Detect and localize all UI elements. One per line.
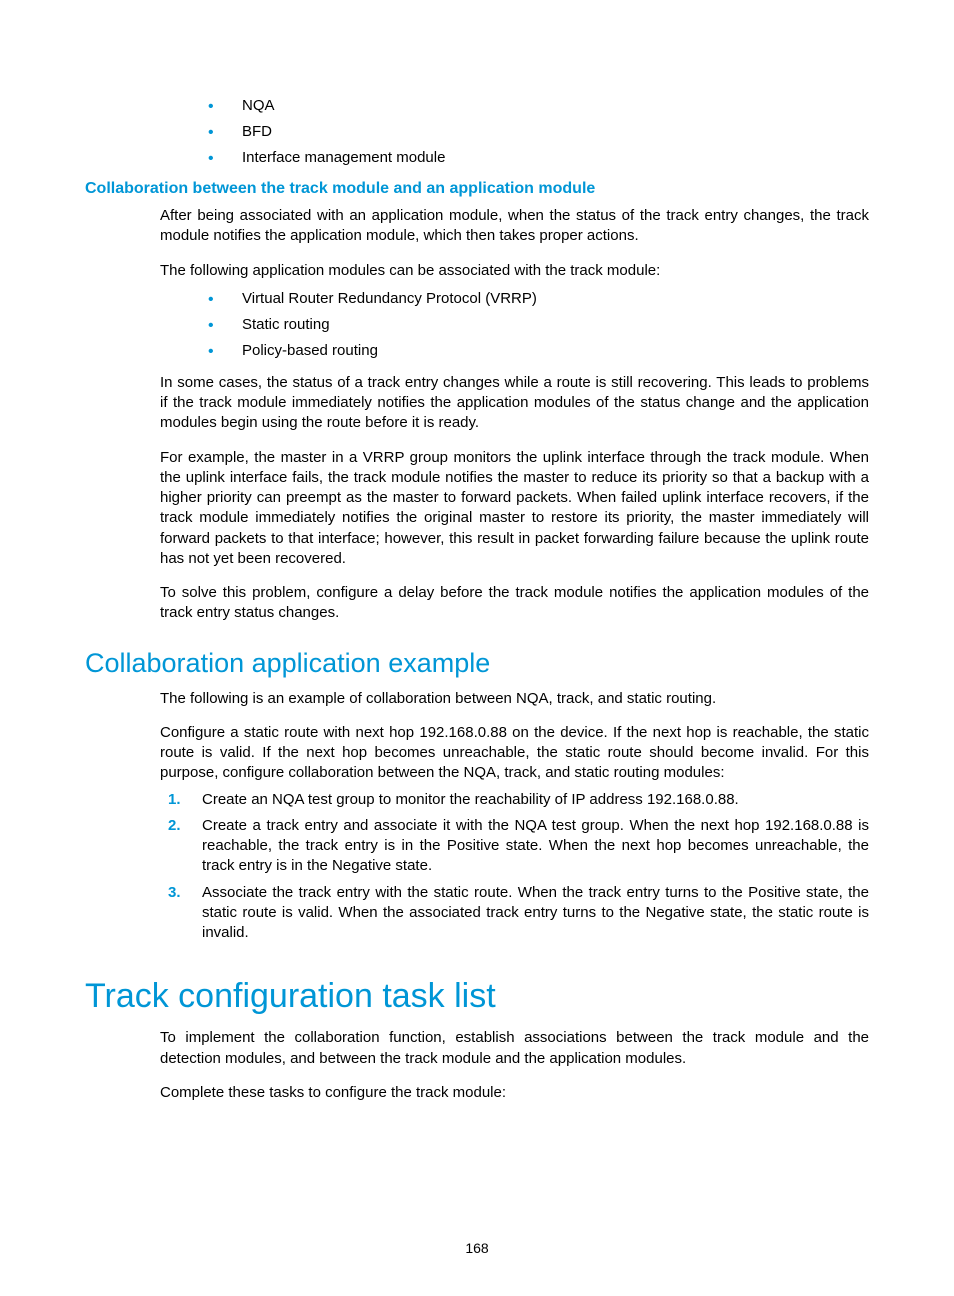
step-number: 1. <box>168 790 181 810</box>
page-number: 168 <box>0 1240 954 1256</box>
list-item: Static routing <box>200 313 869 337</box>
paragraph: After being associated with an applicati… <box>160 206 869 247</box>
step-text: Associate the track entry with the stati… <box>202 884 869 942</box>
document-page: NQA BFD Interface management module Coll… <box>0 0 954 1296</box>
list-item: 2. Create a track entry and associate it … <box>160 816 869 877</box>
paragraph: To implement the collaboration function,… <box>160 1028 869 1069</box>
paragraph: Configure a static route with next hop 1… <box>160 723 869 784</box>
paragraph: In some cases, the status of a track ent… <box>160 373 869 434</box>
list-item: Policy-based routing <box>200 339 869 363</box>
paragraph: The following application modules can be… <box>160 261 869 281</box>
paragraph: The following is an example of collabora… <box>160 689 869 709</box>
step-number: 3. <box>168 883 181 903</box>
application-modules-list: Virtual Router Redundancy Protocol (VRRP… <box>85 287 869 363</box>
heading-collaboration-app-module: Collaboration between the track module a… <box>85 180 869 198</box>
configuration-steps-list: 1. Create an NQA test group to monitor th… <box>160 790 869 944</box>
list-item: BFD <box>200 120 869 144</box>
paragraph: To solve this problem, configure a delay… <box>160 583 869 624</box>
list-item: Interface management module <box>200 146 869 170</box>
paragraph: For example, the master in a VRRP group … <box>160 448 869 570</box>
detection-modules-list: NQA BFD Interface management module <box>85 94 869 170</box>
list-item: NQA <box>200 94 869 118</box>
list-item: 3. Associate the track entry with the sta… <box>160 883 869 944</box>
list-item: 1. Create an NQA test group to monitor th… <box>160 790 869 810</box>
paragraph: Complete these tasks to configure the tr… <box>160 1083 869 1103</box>
heading-track-config-tasklist: Track configuration task list <box>85 977 869 1016</box>
step-text: Create a track entry and associate it wi… <box>202 817 869 875</box>
list-item: Virtual Router Redundancy Protocol (VRRP… <box>200 287 869 311</box>
step-text: Create an NQA test group to monitor the … <box>202 791 739 808</box>
heading-collaboration-example: Collaboration application example <box>85 648 869 679</box>
step-number: 2. <box>168 816 181 836</box>
